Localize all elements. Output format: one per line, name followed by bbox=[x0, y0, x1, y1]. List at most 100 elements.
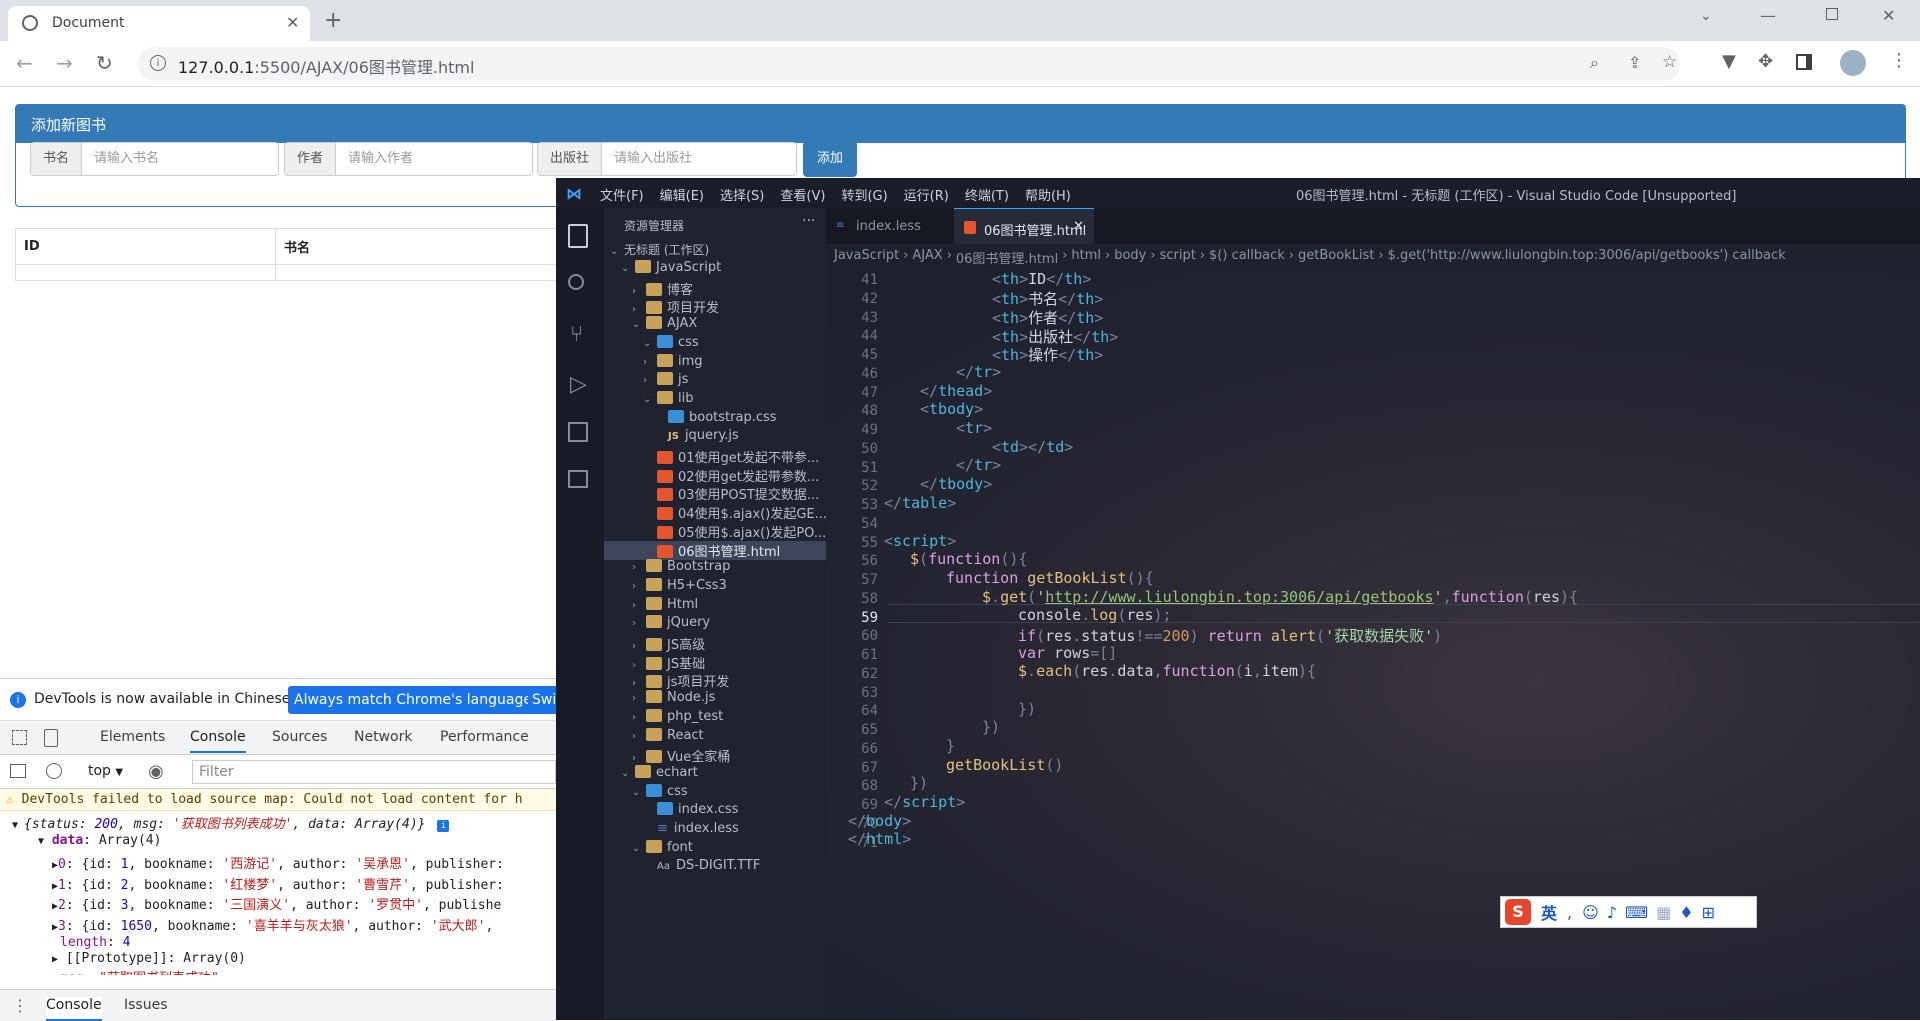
tree-item[interactable]: ⌄ lib bbox=[643, 390, 693, 406]
log-proto-line[interactable]: ▶ [[Prototype]]: Array(0) bbox=[52, 951, 246, 966]
tree-item[interactable]: index.css bbox=[643, 802, 738, 817]
extensions-icon[interactable] bbox=[568, 422, 588, 442]
share-icon[interactable]: ⇪ bbox=[1628, 53, 1641, 72]
source-control-icon[interactable]: ⑂ bbox=[570, 322, 583, 347]
tree-item[interactable]: › JS高级 bbox=[632, 634, 705, 653]
close-tab-icon[interactable]: ✕ bbox=[1073, 219, 1084, 234]
tree-item[interactable]: ⌄ AJAX bbox=[632, 316, 697, 331]
menu-item[interactable]: 查看(V) bbox=[780, 185, 825, 204]
log-array-row[interactable]: ▶0: {id: 1, bookname: '西游记', author: '吴承… bbox=[52, 853, 504, 872]
menu-item[interactable]: 选择(S) bbox=[720, 185, 764, 204]
tree-item[interactable]: › H5+Css3 bbox=[632, 577, 727, 593]
ime-language-toggle[interactable]: 英 bbox=[1541, 900, 1557, 924]
match-language-button[interactable]: Always match Chrome's language bbox=[288, 686, 538, 714]
switch-language-button[interactable]: Swi bbox=[528, 686, 556, 714]
show-sidebar-icon[interactable] bbox=[10, 764, 26, 778]
tree-item[interactable]: 01使用get发起不带参... bbox=[643, 447, 819, 466]
bookname-input[interactable]: 请输入书名 bbox=[82, 143, 172, 175]
menu-item[interactable]: 帮助(H) bbox=[1025, 185, 1071, 204]
tree-item[interactable]: 03使用POST提交数据... bbox=[643, 484, 819, 503]
log-array-row[interactable]: ▶3: {id: 1650, bookname: '喜羊羊与灰太狼', auth… bbox=[52, 915, 493, 934]
side-panel-icon[interactable] bbox=[1796, 54, 1812, 70]
tree-item[interactable]: 05使用$.ajax()发起PO... bbox=[643, 522, 826, 541]
menu-item[interactable]: 终端(T) bbox=[965, 185, 1009, 204]
tree-item[interactable]: ⌄ echart bbox=[621, 764, 698, 780]
context-selector[interactable]: top ▼ bbox=[88, 763, 123, 779]
tree-item[interactable]: › js项目开发 bbox=[632, 671, 729, 690]
breadcrumb-item[interactable]: script bbox=[1160, 248, 1196, 267]
extensions-puzzle-icon[interactable]: ✥ bbox=[1758, 51, 1773, 72]
drawer-menu-icon[interactable]: ⋮ bbox=[12, 996, 28, 1015]
tree-item[interactable]: ⌄ JavaScript bbox=[621, 260, 721, 275]
profile-avatar[interactable] bbox=[1840, 50, 1866, 76]
author-input[interactable]: 请输入作者 bbox=[336, 143, 426, 175]
tab-elements[interactable]: Elements bbox=[100, 729, 165, 745]
log-data-line[interactable]: ▼ data: Array(4) bbox=[38, 833, 161, 848]
tree-item[interactable]: › js bbox=[643, 372, 688, 387]
tree-item[interactable]: 04使用$.ajax()发起GE... bbox=[643, 503, 827, 522]
breadcrumb-item[interactable]: getBookList bbox=[1298, 248, 1374, 267]
tab-performance[interactable]: Performance bbox=[440, 729, 529, 745]
keyboard-icon[interactable]: ⌨ bbox=[1625, 903, 1648, 922]
editor-tab-index-less[interactable]: ≡ index.less bbox=[826, 208, 954, 244]
more-apps-icon[interactable]: ⊞ bbox=[1702, 903, 1715, 922]
close-window-icon[interactable]: ✕ bbox=[1882, 6, 1895, 25]
back-icon[interactable]: ← bbox=[16, 51, 33, 75]
remote-explorer-icon[interactable] bbox=[568, 470, 588, 488]
drawer-tab-issues[interactable]: Issues bbox=[124, 997, 168, 1013]
tree-item[interactable]: › 项目开发 bbox=[632, 297, 719, 316]
toolbox-icon[interactable]: ▦ bbox=[1656, 903, 1671, 922]
info-icon[interactable]: i bbox=[150, 55, 166, 71]
console-filter-input[interactable]: Filter bbox=[192, 760, 556, 784]
drawer-tab-console[interactable]: Console bbox=[46, 997, 102, 1021]
tree-item[interactable]: › JS基础 bbox=[632, 653, 705, 672]
menu-item[interactable]: 转到(G) bbox=[841, 185, 887, 204]
voice-icon[interactable]: ♪ bbox=[1607, 903, 1617, 922]
workspace-root[interactable]: ⌄ 无标题 (工作区) bbox=[610, 241, 709, 258]
tab-sources[interactable]: Sources bbox=[272, 729, 327, 745]
run-debug-icon[interactable]: ▷ bbox=[570, 372, 587, 397]
tree-item[interactable]: › Html bbox=[632, 596, 698, 612]
inspect-element-icon[interactable] bbox=[12, 730, 27, 745]
device-toolbar-icon[interactable] bbox=[44, 729, 58, 747]
tree-item[interactable]: › 博客 bbox=[632, 279, 693, 298]
emoji-icon[interactable]: ☺ bbox=[1582, 903, 1599, 922]
bookmark-star-icon[interactable]: ☆ bbox=[1662, 52, 1677, 72]
search-icon[interactable] bbox=[568, 274, 584, 290]
menu-item[interactable]: 运行(R) bbox=[904, 185, 949, 204]
breadcrumb-item[interactable]: JavaScript bbox=[834, 248, 899, 267]
minimize-icon[interactable]: — bbox=[1760, 6, 1776, 25]
menu-dots-icon[interactable]: ⋮ bbox=[1890, 50, 1908, 71]
forward-icon[interactable]: → bbox=[56, 51, 73, 75]
breadcrumb-item[interactable]: $.get('http://www.liulongbin.top:3006/ap… bbox=[1388, 248, 1786, 267]
address-bar[interactable]: i 127.0.0.1:5500/AJAX/06图书管理.html ⌕ ⇪ ☆ bbox=[138, 47, 1680, 81]
extension-v-icon[interactable]: ▼ bbox=[1722, 51, 1736, 72]
breadcrumb-item[interactable]: 06图书管理.html bbox=[956, 248, 1058, 267]
skin-icon[interactable]: ♦ bbox=[1679, 903, 1693, 922]
explorer-icon[interactable] bbox=[568, 224, 588, 248]
breadcrumb-item[interactable]: html bbox=[1071, 248, 1101, 267]
tree-item[interactable]: 02使用get发起带参数... bbox=[643, 466, 819, 485]
breadcrumb-item[interactable]: body bbox=[1114, 248, 1146, 267]
tree-item[interactable]: › php_test bbox=[632, 708, 723, 724]
menu-item[interactable]: 文件(F) bbox=[600, 185, 644, 204]
tab-search-icon[interactable]: ⌄ bbox=[1700, 8, 1712, 24]
log-array-row[interactable]: ▶1: {id: 2, bookname: '红楼梦', author: '曹雪… bbox=[52, 874, 504, 893]
tree-item[interactable]: › Vue全家桶 bbox=[632, 746, 730, 765]
breadcrumb-item[interactable]: AJAX bbox=[912, 248, 942, 267]
close-tab-icon[interactable]: ✕ bbox=[286, 13, 299, 32]
punctuation-icon[interactable]: , bbox=[1567, 903, 1572, 922]
tab-network[interactable]: Network bbox=[354, 729, 412, 745]
add-book-button[interactable]: 添加 bbox=[803, 141, 857, 177]
log-array-row[interactable]: ▶2: {id: 3, bookname: '三国演义', author: '罗… bbox=[52, 894, 501, 913]
publisher-input[interactable]: 请输入出版社 bbox=[602, 143, 705, 175]
editor-tab-active[interactable]: 06图书管理.html ✕ bbox=[954, 208, 1094, 244]
tree-item[interactable]: › jQuery bbox=[632, 615, 710, 630]
tree-item[interactable]: 06图书管理.html bbox=[604, 540, 826, 560]
tree-item[interactable]: ⌄ font bbox=[632, 839, 693, 855]
restore-icon[interactable] bbox=[1826, 8, 1838, 20]
new-tab-icon[interactable]: + bbox=[324, 8, 342, 33]
tree-item[interactable]: JS jquery.js bbox=[654, 428, 739, 443]
explorer-more-icon[interactable]: ··· bbox=[802, 213, 815, 229]
tree-item[interactable]: › Bootstrap bbox=[632, 559, 730, 574]
